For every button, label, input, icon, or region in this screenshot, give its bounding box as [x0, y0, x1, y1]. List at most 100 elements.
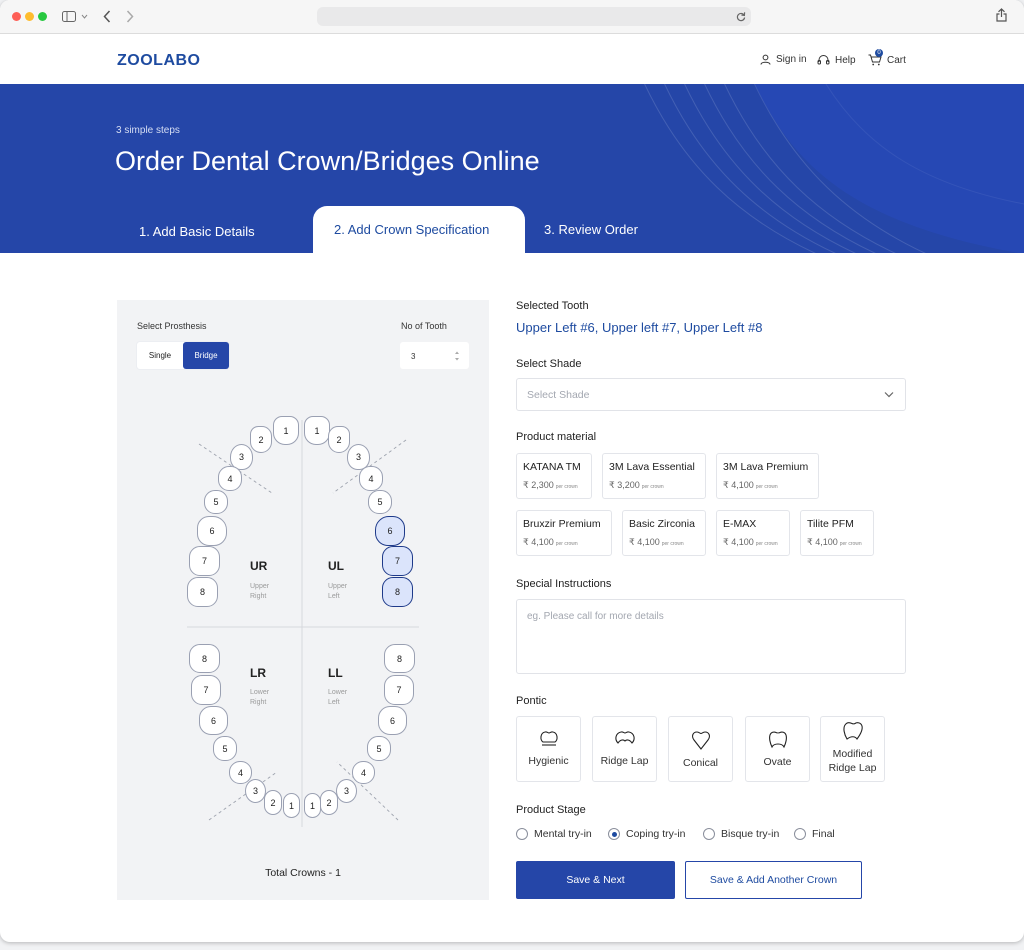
instructions-label: Special Instructions [516, 578, 612, 590]
cart-icon: 0 [868, 49, 883, 66]
tooth-lr-1[interactable]: 1 [283, 793, 300, 818]
tooth-ul-5[interactable]: 5 [368, 490, 392, 514]
tooth-ll-3[interactable]: 3 [336, 779, 357, 803]
material-name: KATANA TM [523, 461, 581, 473]
hygienic-pontic-icon [539, 731, 558, 746]
radio-button-selected[interactable] [608, 828, 620, 840]
chevron-down-icon [884, 392, 894, 398]
pontic-option-hygienic[interactable]: Hygienic [516, 716, 581, 782]
logo[interactable]: ZOOLABO [117, 52, 201, 70]
instructions-placeholder: eg. Please call for more details [527, 611, 664, 622]
tooth-lr-3[interactable]: 3 [245, 779, 266, 803]
minimize-window-icon[interactable] [25, 12, 34, 21]
tooth-ul-2[interactable]: 2 [328, 426, 350, 453]
sidebar-toggle-icon[interactable] [62, 11, 88, 23]
material-price: ₹ 4,100 per crown [723, 537, 778, 547]
instructions-textarea[interactable]: eg. Please call for more details [516, 599, 906, 674]
shade-select[interactable]: Select Shade [516, 378, 906, 411]
material-option-lava-essential[interactable]: 3M Lava Essential ₹ 3,200 per crown [602, 453, 706, 499]
tooth-ll-4[interactable]: 4 [352, 761, 375, 784]
material-name: Basic Zirconia [629, 518, 695, 530]
tooth-ur-4[interactable]: 4 [218, 466, 242, 491]
material-name: Bruxzir Premium [523, 518, 601, 530]
tooth-ll-5[interactable]: 5 [367, 736, 391, 761]
reload-icon[interactable] [736, 11, 746, 22]
tooth-ul-4[interactable]: 4 [359, 466, 383, 491]
sign-in-link[interactable]: Sign in [760, 54, 807, 65]
tooth-lr-2[interactable]: 2 [264, 790, 282, 815]
tooth-ur-5[interactable]: 5 [204, 490, 228, 514]
cart-link[interactable]: 0 Cart [868, 49, 906, 66]
material-price: ₹ 4,100 per crown [629, 537, 684, 547]
material-name: Tilite PFM [807, 518, 854, 530]
maximize-window-icon[interactable] [38, 12, 47, 21]
share-icon[interactable] [996, 8, 1007, 22]
cart-label: Cart [887, 54, 906, 66]
tooth-ul-8[interactable]: 8 [382, 577, 413, 607]
address-bar[interactable] [317, 7, 751, 26]
save-next-button[interactable]: Save & Next [516, 861, 675, 899]
back-icon[interactable] [103, 10, 111, 23]
tab-crown-specification[interactable]: 2. Add Crown Specification [334, 222, 489, 237]
material-option-bruxzir[interactable]: Bruxzir Premium ₹ 4,100 per crown [516, 510, 612, 556]
close-window-icon[interactable] [12, 12, 21, 21]
material-option-lava-premium[interactable]: 3M Lava Premium ₹ 4,100 per crown [716, 453, 819, 499]
tooth-lr-7[interactable]: 7 [191, 675, 221, 705]
stage-option-coping-try-in[interactable]: Coping try-in [608, 828, 686, 840]
conical-pontic-icon [691, 731, 710, 750]
sign-in-label: Sign in [776, 54, 807, 65]
stage-label: Product Stage [516, 804, 586, 816]
help-label: Help [835, 54, 856, 66]
help-link[interactable]: Help [817, 54, 856, 66]
quadrant-ul-code: UL [328, 559, 344, 573]
material-name: 3M Lava Essential [609, 461, 695, 473]
radio-button[interactable] [794, 828, 806, 840]
pontic-option-modified-ridge-lap[interactable]: Modified Ridge Lap [820, 716, 885, 782]
modified-ridge-lap-pontic-icon [842, 722, 863, 740]
tooth-ll-8[interactable]: 8 [384, 644, 415, 673]
shade-placeholder: Select Shade [527, 389, 590, 401]
quadrant-ll-code: LL [328, 666, 343, 680]
pontic-option-ridge-lap[interactable]: Ridge Lap [592, 716, 657, 782]
radio-button[interactable] [516, 828, 528, 840]
tooth-selection-panel: Select Prosthesis Single Bridge No of To… [117, 300, 489, 900]
tooth-lr-6[interactable]: 6 [199, 706, 228, 735]
tooth-ll-7[interactable]: 7 [384, 675, 414, 705]
tooth-ur-8[interactable]: 8 [187, 577, 218, 607]
tooth-ur-6[interactable]: 6 [197, 516, 227, 546]
ridge-lap-pontic-icon [614, 731, 635, 744]
cart-count-badge: 0 [875, 49, 883, 57]
quadrant-ll-label: Lower Left [328, 689, 348, 706]
quadrant-ur-label: Upper Right [250, 583, 270, 600]
tooth-ur-7[interactable]: 7 [189, 546, 220, 576]
material-option-basic-zirconia[interactable]: Basic Zirconia ₹ 4,100 per crown [622, 510, 706, 556]
pontic-option-ovate[interactable]: Ovate [745, 716, 810, 782]
save-add-another-button[interactable]: Save & Add Another Crown [685, 861, 862, 899]
tab-review-order[interactable]: 3. Review Order [544, 222, 638, 237]
tooth-lr-8[interactable]: 8 [189, 644, 220, 673]
tooth-ur-1[interactable]: 1 [273, 416, 299, 445]
material-price: ₹ 4,100 per crown [723, 480, 778, 490]
material-option-tilite-pfm[interactable]: Tilite PFM ₹ 4,100 per crown [800, 510, 874, 556]
stage-option-final[interactable]: Final [794, 828, 835, 840]
pontic-option-conical[interactable]: Conical [668, 716, 733, 782]
tooth-ll-6[interactable]: 6 [378, 706, 407, 735]
tooth-ur-2[interactable]: 2 [250, 426, 272, 453]
site-header: ZOOLABO Sign in Help 0 Cart [0, 34, 1024, 84]
tooth-ul-1[interactable]: 1 [304, 416, 330, 445]
material-option-katana[interactable]: KATANA TM ₹ 2,300 per crown [516, 453, 592, 499]
stage-option-bisque-try-in[interactable]: Bisque try-in [703, 828, 779, 840]
radio-button[interactable] [703, 828, 715, 840]
tab-basic-details[interactable]: 1. Add Basic Details [139, 224, 255, 239]
hero-decoration [644, 84, 1024, 253]
stage-option-mental-try-in[interactable]: Mental try-in [516, 828, 592, 840]
ovate-pontic-icon [768, 731, 787, 749]
selected-tooth-label: Selected Tooth [516, 300, 589, 312]
forward-icon[interactable] [126, 10, 134, 23]
material-option-emax[interactable]: E-MAX ₹ 4,100 per crown [716, 510, 790, 556]
tooth-ul-7[interactable]: 7 [382, 546, 413, 576]
selected-tooth-value: Upper Left #6, Upper left #7, Upper Left… [516, 320, 763, 335]
tooth-lr-5[interactable]: 5 [213, 736, 237, 761]
tooth-ul-6[interactable]: 6 [375, 516, 405, 546]
tooth-ll-1[interactable]: 1 [304, 793, 321, 818]
